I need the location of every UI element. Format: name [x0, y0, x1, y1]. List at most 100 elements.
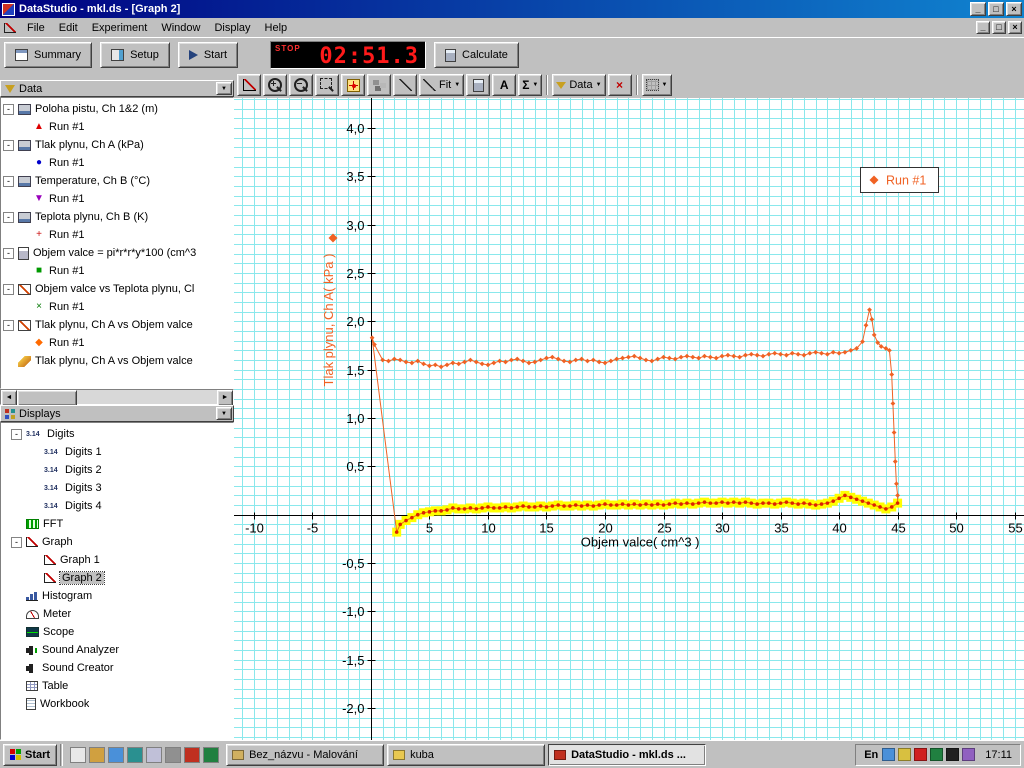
- menu-item-edit[interactable]: Edit: [52, 19, 85, 37]
- tray-icon-3[interactable]: [914, 748, 927, 761]
- legend[interactable]: Run #1: [861, 168, 939, 193]
- language-indicator[interactable]: En: [864, 749, 878, 761]
- data-item-teplota-plynu-ch-b-k[interactable]: -Teplota plynu, Ch B (K): [1, 208, 233, 226]
- display-item-workbook[interactable]: Workbook: [1, 695, 233, 713]
- display-item-table[interactable]: Table: [1, 677, 233, 695]
- scroll-thumb[interactable]: [17, 390, 77, 406]
- tray-icon-5[interactable]: [946, 748, 959, 761]
- menu-item-file[interactable]: File: [20, 19, 52, 37]
- data-item-tlak-plynu-ch-a-vs-objem-valce[interactable]: Tlak plynu, Ch A vs Objem valce: [1, 352, 233, 370]
- scroll-right-button[interactable]: ►: [217, 390, 233, 406]
- menu-item-help[interactable]: Help: [258, 19, 295, 37]
- menu-item-display[interactable]: Display: [207, 19, 257, 37]
- quicklaunch-icon-1[interactable]: [70, 747, 86, 763]
- display-item-scope[interactable]: Scope: [1, 623, 233, 641]
- quicklaunch-icon-6[interactable]: [165, 747, 181, 763]
- child-close-button[interactable]: ×: [1008, 21, 1022, 34]
- setup-button[interactable]: Setup: [100, 42, 170, 68]
- data-item-run-1[interactable]: ▲Run #1: [1, 118, 233, 136]
- quicklaunch-icon-5[interactable]: [146, 747, 162, 763]
- collapse-toggle[interactable]: -: [11, 537, 22, 548]
- child-minimize-button[interactable]: _: [976, 21, 990, 34]
- display-item-fft[interactable]: FFT: [1, 515, 233, 533]
- display-item-sound-analyzer[interactable]: Sound Analyzer: [1, 641, 233, 659]
- display-item-digits-3[interactable]: 3.14Digits 3: [1, 479, 233, 497]
- slope-tool-button[interactable]: [393, 74, 417, 96]
- display-item-digits[interactable]: -3.14Digits: [1, 425, 233, 443]
- display-item-meter[interactable]: Meter: [1, 605, 233, 623]
- collapse-toggle[interactable]: -: [3, 212, 14, 223]
- maximize-button[interactable]: □: [988, 2, 1004, 16]
- scroll-track[interactable]: [77, 390, 217, 404]
- display-item-digits-2[interactable]: 3.14Digits 2: [1, 461, 233, 479]
- tray-icon-2[interactable]: [898, 748, 911, 761]
- zoom-select-button[interactable]: [315, 74, 339, 96]
- annotate-tool-button[interactable]: A: [492, 74, 516, 96]
- graph-plot[interactable]: -10-55101520253035404550554,03,53,02,52,…: [234, 98, 1024, 740]
- data-item-poloha-pistu-ch-1-2-m[interactable]: -Poloha pistu, Ch 1&2 (m): [1, 100, 233, 118]
- tray-icon-1[interactable]: [882, 748, 895, 761]
- menu-item-experiment[interactable]: Experiment: [85, 19, 155, 37]
- start-button[interactable]: Start: [3, 744, 57, 766]
- scale-to-fit-button[interactable]: [237, 74, 261, 96]
- quicklaunch-icon-3[interactable]: [108, 747, 124, 763]
- collapse-toggle[interactable]: -: [3, 248, 14, 259]
- quicklaunch-icon-7[interactable]: [184, 747, 200, 763]
- collapse-toggle[interactable]: -: [3, 320, 14, 331]
- data-item-run-1[interactable]: ◆Run #1: [1, 334, 233, 352]
- data-item-run-1[interactable]: ■Run #1: [1, 262, 233, 280]
- delete-button-button[interactable]: ×: [608, 74, 632, 96]
- tray-icon-4[interactable]: [930, 748, 943, 761]
- statistics-menu-button[interactable]: Σ▼: [518, 74, 542, 96]
- data-item-objem-valce-pi-r-r-y-100-cm-3[interactable]: -Objem valce = pi*r*r*y*100 (cm^3: [1, 244, 233, 262]
- data-item-run-1[interactable]: ▼Run #1: [1, 190, 233, 208]
- calculate-button[interactable]: Calculate: [434, 42, 519, 68]
- graph-area[interactable]: -10-55101520253035404550554,03,53,02,52,…: [234, 98, 1024, 740]
- start-button-toolbar[interactable]: Start: [178, 42, 238, 68]
- quicklaunch-icon-8[interactable]: [203, 747, 219, 763]
- data-item-temperature-ch-b-c[interactable]: -Temperature, Ch B (°C): [1, 172, 233, 190]
- child-restore-button[interactable]: □: [992, 21, 1006, 34]
- data-item-tlak-plynu-ch-a-kpa[interactable]: -Tlak plynu, Ch A (kPa): [1, 136, 233, 154]
- tray-icon-6[interactable]: [962, 748, 975, 761]
- calculate-tool-button[interactable]: [466, 74, 490, 96]
- task-button-datastudio-mkl-ds[interactable]: DataStudio - mkl.ds ...: [548, 744, 706, 766]
- display-item-graph-2[interactable]: Graph 2: [1, 569, 233, 587]
- data-item-objem-valce-vs-teplota-plynu-cl[interactable]: -Objem valce vs Teplota plynu, Cl: [1, 280, 233, 298]
- highlight-tool-button[interactable]: [367, 74, 391, 96]
- zoom-out-button[interactable]: [289, 74, 313, 96]
- display-item-digits-1[interactable]: 3.14Digits 1: [1, 443, 233, 461]
- quicklaunch-icon-4[interactable]: [127, 747, 143, 763]
- task-button-bez-n-zvu-malov-n[interactable]: Bez_názvu - Malování: [226, 744, 384, 766]
- close-button[interactable]: ×: [1006, 2, 1022, 16]
- display-item-graph[interactable]: -Graph: [1, 533, 233, 551]
- data-panel-menu-button[interactable]: ▼: [216, 82, 232, 95]
- data-item-run-1[interactable]: ●Run #1: [1, 154, 233, 172]
- collapse-toggle[interactable]: -: [11, 429, 22, 440]
- data-horizontal-scrollbar[interactable]: ◄ ►: [0, 389, 234, 405]
- selection-point: [638, 503, 642, 507]
- menu-item-window[interactable]: Window: [154, 19, 207, 37]
- collapse-toggle[interactable]: -: [3, 104, 14, 115]
- display-item-digits-4[interactable]: 3.14Digits 4: [1, 497, 233, 515]
- display-item-sound-creator[interactable]: Sound Creator: [1, 659, 233, 677]
- smart-tool-button[interactable]: [341, 74, 365, 96]
- collapse-toggle[interactable]: -: [3, 176, 14, 187]
- task-button-kuba[interactable]: kuba: [387, 744, 545, 766]
- collapse-toggle[interactable]: -: [3, 140, 14, 151]
- data-item-tlak-plynu-ch-a-vs-objem-valce[interactable]: -Tlak plynu, Ch A vs Objem valce: [1, 316, 233, 334]
- displays-panel-menu-button[interactable]: ▼: [216, 407, 232, 420]
- display-item-graph-1[interactable]: Graph 1: [1, 551, 233, 569]
- display-item-histogram[interactable]: Histogram: [1, 587, 233, 605]
- data-item-run-1[interactable]: +Run #1: [1, 226, 233, 244]
- data-item-run-1[interactable]: ×Run #1: [1, 298, 233, 316]
- scroll-left-button[interactable]: ◄: [1, 390, 17, 406]
- zoom-in-button[interactable]: [263, 74, 287, 96]
- fit-menu-button[interactable]: Fit▼: [419, 74, 464, 96]
- minimize-button[interactable]: _: [970, 2, 986, 16]
- data-menu-button[interactable]: Data▼: [552, 74, 605, 96]
- quicklaunch-icon-2[interactable]: [89, 747, 105, 763]
- graph-settings-button[interactable]: ▼: [642, 74, 672, 96]
- collapse-toggle[interactable]: -: [3, 284, 14, 295]
- summary-button[interactable]: Summary: [4, 42, 92, 68]
